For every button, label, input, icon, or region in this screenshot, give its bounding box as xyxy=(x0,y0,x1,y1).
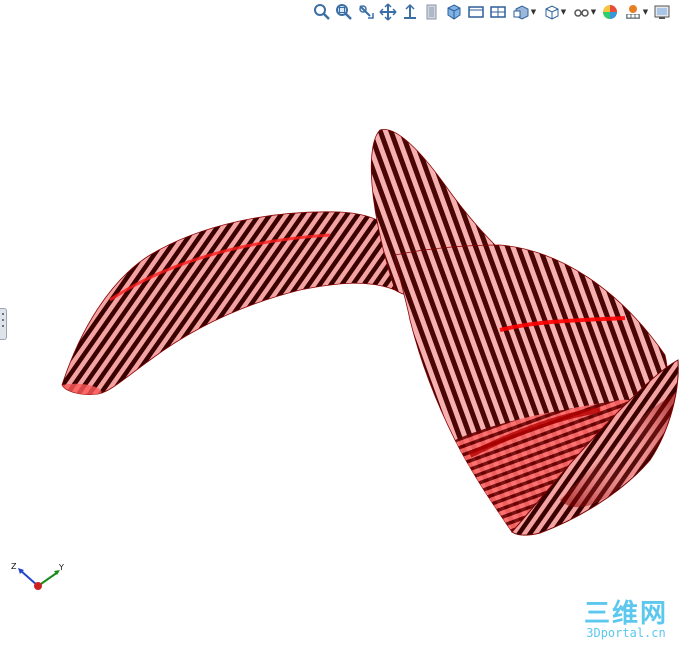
section-view-icon xyxy=(404,3,416,19)
model-body[interactable] xyxy=(394,244,669,534)
dynamic-annotation-icon xyxy=(426,4,437,20)
graphics-viewport[interactable] xyxy=(0,0,680,649)
triad-z-label: Z xyxy=(11,562,17,571)
view-layout-dropdown[interactable]: ▼ xyxy=(510,2,538,22)
display-style-dropdown-icon xyxy=(545,5,559,20)
view-orientation-button[interactable] xyxy=(444,2,464,22)
watermark-logo: 三维网 3Dportal.cn xyxy=(584,598,668,640)
model-arm[interactable] xyxy=(61,211,406,395)
zoom-to-area-button[interactable] xyxy=(334,2,354,22)
previous-view-icon xyxy=(359,5,374,19)
chevron-down-icon: ▼ xyxy=(530,7,537,16)
display-style-icon xyxy=(468,6,484,18)
pan-icon xyxy=(379,3,397,21)
chevron-down-icon: ▼ xyxy=(560,7,567,16)
chevron-down-icon: ▼ xyxy=(642,7,649,16)
edit-appearance-button[interactable] xyxy=(600,2,620,22)
previous-view-button[interactable] xyxy=(356,2,376,22)
watermark-url: 3Dportal.cn xyxy=(586,626,665,640)
view-layout-icon xyxy=(513,5,529,20)
chevron-down-icon: ▼ xyxy=(590,7,597,16)
hide-show-dropdown[interactable]: ▼ xyxy=(570,2,598,22)
watermark-chinese: 三维网 xyxy=(584,598,668,629)
view-orientation-icon xyxy=(447,4,461,20)
zoom-to-fit-button[interactable] xyxy=(312,2,332,22)
hide-show-items-icon xyxy=(490,6,506,18)
triad-x-label: X xyxy=(35,578,39,584)
pan-button[interactable] xyxy=(378,2,398,22)
view-settings-button[interactable] xyxy=(652,2,672,22)
zoom-to-fit-icon xyxy=(314,4,330,20)
triad-y-label: Y xyxy=(58,563,64,572)
view-settings-icon xyxy=(654,5,670,19)
feature-manager-flyout-handle[interactable] xyxy=(0,308,7,340)
hide-show-items-button[interactable] xyxy=(488,2,508,22)
zoom-to-area-icon xyxy=(336,4,352,20)
apply-scene-dropdown[interactable]: ▼ xyxy=(622,2,650,22)
apply-scene-icon xyxy=(625,5,640,19)
section-view-button[interactable] xyxy=(400,2,420,22)
reference-triad: Z Y X xyxy=(11,562,64,590)
display-style-button[interactable] xyxy=(466,2,486,22)
hide-show-dropdown-icon xyxy=(574,9,589,17)
dynamic-annotation-button[interactable] xyxy=(422,2,442,22)
edit-appearance-icon xyxy=(603,5,617,19)
heads-up-view-toolbar: ▼ ▼ ▼ ▼ xyxy=(312,0,672,24)
display-style-dropdown[interactable]: ▼ xyxy=(540,2,568,22)
